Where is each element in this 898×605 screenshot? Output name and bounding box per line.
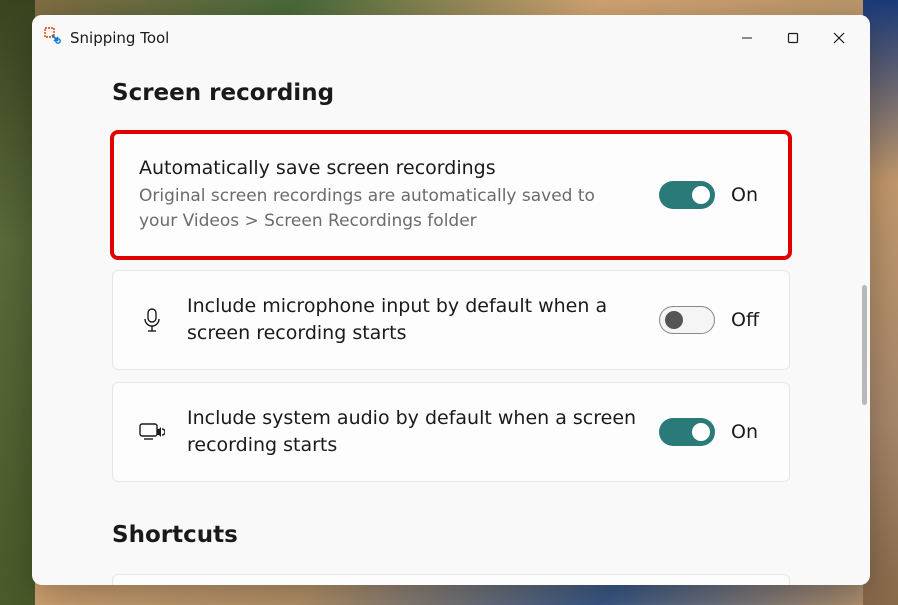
app-title: Snipping Tool (70, 29, 724, 47)
microphone-icon (139, 307, 165, 333)
scrollbar-thumb[interactable] (862, 285, 867, 405)
toggle-mic[interactable] (659, 306, 715, 334)
toggle-auto-save[interactable] (659, 181, 715, 209)
setting-mic-input[interactable]: Include microphone input by default when… (112, 270, 790, 370)
setting-description: Original screen recordings are automatic… (139, 184, 637, 235)
close-button[interactable] (816, 18, 862, 58)
toggle-state-label: On (731, 421, 763, 443)
toggle-state-label: On (731, 184, 763, 206)
app-window: Snipping Tool Screen recording Automatic… (32, 15, 870, 585)
setting-title: Automatically save screen recordings (139, 155, 637, 182)
setting-title: Include microphone input by default when… (187, 293, 637, 347)
toggle-state-label: Off (731, 309, 763, 331)
setting-title: Include system audio by default when a s… (187, 405, 637, 459)
titlebar: Snipping Tool (32, 15, 870, 60)
snipping-tool-icon (44, 27, 62, 49)
setting-system-audio[interactable]: Include system audio by default when a s… (112, 382, 790, 482)
section-heading-recording: Screen recording (112, 80, 790, 106)
system-audio-icon (139, 421, 165, 443)
setting-print-screen[interactable]: Use the Print screen key to open Snippin… (112, 574, 790, 585)
maximize-button[interactable] (770, 18, 816, 58)
setting-auto-save[interactable]: Automatically save screen recordings Ori… (112, 132, 790, 258)
minimize-button[interactable] (724, 18, 770, 58)
content-area: Screen recording Automatically save scre… (32, 60, 870, 585)
toggle-system-audio[interactable] (659, 418, 715, 446)
section-heading-shortcuts: Shortcuts (112, 522, 790, 548)
